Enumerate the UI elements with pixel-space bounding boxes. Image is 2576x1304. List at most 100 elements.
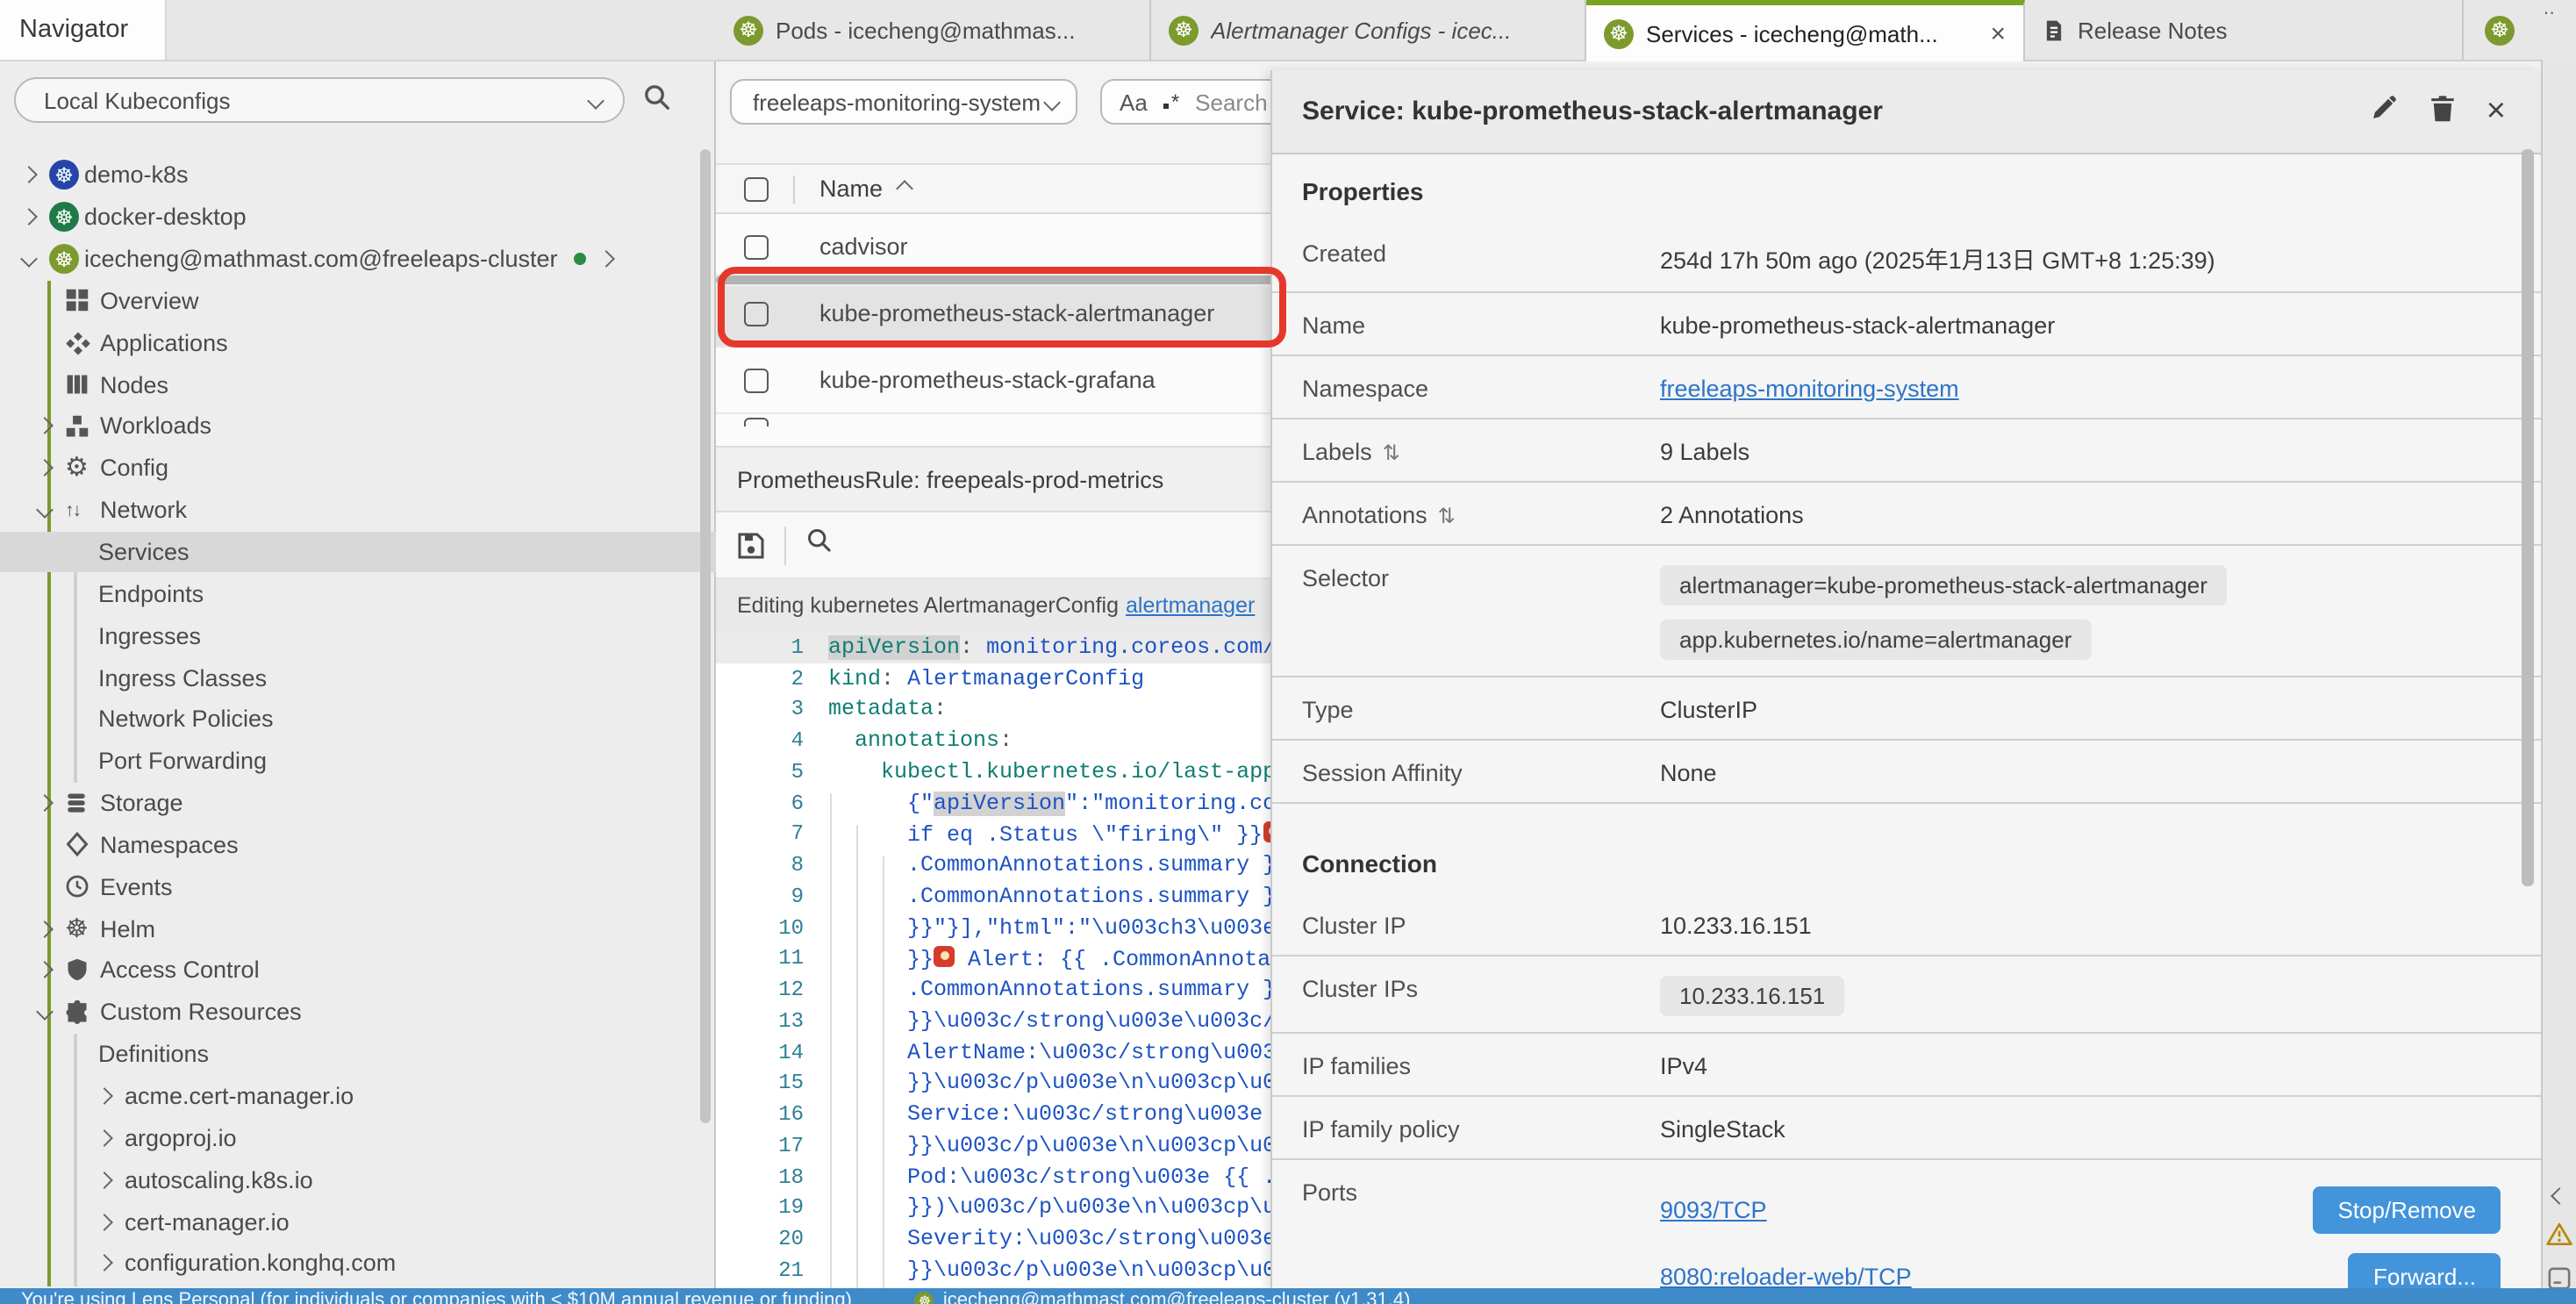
line-number: 20	[716, 1227, 828, 1251]
row-checkbox[interactable]	[744, 368, 769, 392]
sidebar-item-argoproj-io[interactable]: argoproj.io	[0, 1117, 716, 1159]
drawer-row-annotations: Annotations⇅2 Annotations	[1272, 483, 2541, 546]
edit-icon[interactable]	[2369, 92, 2399, 131]
sidebar-item-helm[interactable]: ☸Helm	[0, 907, 716, 949]
sidebar-item-network[interactable]: ↑↓Network	[0, 490, 716, 532]
row-checkbox[interactable]	[744, 234, 769, 259]
tab-services-icecheng-math[interactable]: ☸Services - icecheng@math...×	[1586, 0, 2025, 61]
tab-label: Alertmanager Configs - icec...	[1211, 17, 1567, 43]
chevron-right-icon	[20, 209, 38, 226]
apps-icon	[65, 330, 91, 356]
chevron-right-icon[interactable]	[597, 250, 615, 268]
sidebar-item-ingress-classes[interactable]: Ingress Classes	[0, 656, 716, 699]
sidebar-item-events[interactable]: Events	[0, 866, 716, 908]
sidebar-item-label: Nodes	[100, 371, 168, 398]
search-icon[interactable]	[642, 82, 672, 121]
clock-icon	[65, 875, 89, 899]
sidebar-item-docker-desktop[interactable]: ☸docker-desktop	[0, 197, 716, 239]
tab-alertmanager-configs-icec[interactable]: ☸Alertmanager Configs - icec...	[1151, 0, 1586, 60]
sidebar-item-icecheng-mathmast-com-freeleaps-cluster[interactable]: ☸icecheng@mathmast.com@freeleaps-cluster	[0, 238, 716, 280]
sidebar-item-definitions[interactable]: Definitions	[0, 1033, 716, 1075]
siren-emoji	[934, 946, 955, 967]
sidebar-item-nodes[interactable]: Nodes	[0, 363, 716, 405]
close-icon[interactable]: ×	[1990, 18, 2006, 48]
edited-resource-link[interactable]: alertmanager	[1126, 593, 1255, 618]
sidebar-item-custom-resources[interactable]: Custom Resources	[0, 992, 716, 1034]
sidebar-item-storage[interactable]: Storage	[0, 782, 716, 824]
drawer-scrollbar[interactable]	[2522, 149, 2534, 886]
tab-release-notes[interactable]: Release Notes	[2025, 0, 2464, 60]
sidebar-item-label: Ingresses	[98, 622, 201, 648]
line-number: 14	[716, 1040, 828, 1064]
sidebar-item-namespaces[interactable]: Namespaces	[0, 824, 716, 866]
drawer-row-name: Namekube-prometheus-stack-alertmanager	[1272, 293, 2541, 356]
kubernetes-icon: ☸	[2485, 15, 2515, 45]
sidebar: Local Kubeconfigs ☸demo-k8s☸docker-deskt…	[0, 60, 716, 1288]
active-cluster-status[interactable]: icecheng@mathmast.com@freeleaps-cluster …	[943, 1288, 1411, 1304]
namespace-link[interactable]: freeleaps-monitoring-system	[1660, 376, 1959, 402]
warning-icon[interactable]	[2546, 1222, 2572, 1255]
value-chip: app.kubernetes.io/name=alertmanager	[1660, 620, 2091, 660]
port-link[interactable]: 8080:reloader-web/TCP	[1660, 1263, 1912, 1289]
select-all-checkbox[interactable]	[744, 176, 769, 201]
sort-toggle-icon[interactable]: ⇅	[1438, 503, 1456, 527]
drawer-row-ip-family-policy: IP family policySingleStack	[1272, 1097, 2541, 1160]
name-column-header[interactable]: Name	[819, 176, 883, 202]
navigator-header-strip: Navigator	[0, 0, 716, 61]
sidebar-item-services[interactable]: Services	[0, 531, 716, 573]
sidebar-item-label: Workloads	[100, 413, 211, 440]
sidebar-item-acme-cert-manager-io[interactable]: acme.cert-manager.io	[0, 1075, 716, 1117]
sidebar-item-label: Config	[100, 455, 168, 482]
value-chip: 10.233.16.151	[1660, 976, 1844, 1016]
sidebar-item-network-policies[interactable]: Network Policies	[0, 699, 716, 741]
sidebar-item-autoscaling-k8s-io[interactable]: autoscaling.k8s.io	[0, 1159, 716, 1201]
namespace-select[interactable]: freeleaps-monitoring-system	[730, 79, 1077, 125]
chevron-left-icon[interactable]	[2553, 1179, 2565, 1211]
navigator-tab[interactable]: Navigator	[0, 0, 167, 60]
drawer-row-cluster-ip: Cluster IP10.233.16.151	[1272, 893, 2541, 957]
line-number: 5	[716, 760, 828, 785]
row-checkbox[interactable]	[744, 417, 769, 426]
match-case-icon[interactable]: Aa	[1120, 89, 1148, 115]
tab-pods-icecheng-mathmas[interactable]: ☸Pods - icecheng@mathmas...	[716, 0, 1151, 60]
sidebar-item-label: autoscaling.k8s.io	[125, 1166, 313, 1193]
sidebar-item-label: argoproj.io	[125, 1125, 237, 1151]
sidebar-item-label: Network Policies	[98, 706, 274, 733]
kubeconfig-select[interactable]: Local Kubeconfigs	[14, 77, 625, 123]
save-icon[interactable]	[737, 531, 765, 559]
value-chip: alertmanager=kube-prometheus-stack-alert…	[1660, 565, 2227, 605]
sidebar-item-applications[interactable]: Applications	[0, 322, 716, 364]
sort-ascending-icon[interactable]	[896, 180, 913, 197]
chevron-down-icon	[20, 250, 38, 268]
drawer-row-label: Cluster IP	[1302, 909, 1660, 939]
sort-toggle-icon[interactable]: ⇅	[1383, 440, 1400, 464]
sidebar-item-access-control[interactable]: Access Control	[0, 949, 716, 992]
sidebar-item-workloads[interactable]: Workloads	[0, 405, 716, 448]
sidebar-item-overview[interactable]: Overview	[0, 280, 716, 322]
sidebar-item-config[interactable]: ⚙Config	[0, 448, 716, 490]
regex-icon[interactable]: *	[1163, 90, 1179, 114]
search-placeholder: Search	[1195, 89, 1267, 115]
sidebar-item-cert-manager-io[interactable]: cert-manager.io	[0, 1200, 716, 1243]
drawer-row-label: Created	[1302, 237, 1660, 267]
sidebar-item-port-forwarding[interactable]: Port Forwarding	[0, 741, 716, 783]
port-forward-button[interactable]: Stop/Remove	[2313, 1186, 2501, 1233]
delete-icon[interactable]	[2429, 92, 2457, 131]
sidebar-item-ingresses[interactable]: Ingresses	[0, 615, 716, 657]
chevron-down-icon	[36, 1004, 54, 1021]
close-icon[interactable]: ×	[2487, 95, 2506, 128]
drawer-row-value: 9 Labels	[1660, 435, 1750, 465]
search-icon[interactable]	[805, 527, 834, 563]
tab-bar: ☸Pods - icecheng@mathmas...☸Alertmanager…	[716, 0, 2576, 61]
line-number: 6	[716, 791, 828, 815]
drawer-row-value: ClusterIP	[1660, 693, 1757, 723]
sidebar-scrollbar[interactable]	[700, 149, 711, 1123]
sidebar-item-demo-k8s[interactable]: ☸demo-k8s	[0, 154, 716, 197]
sidebar-item-endpoints[interactable]: Endpoints	[0, 573, 716, 615]
port-link[interactable]: 9093/TCP	[1660, 1196, 1767, 1222]
editor-info-text: Editing kubernetes AlertmanagerConfig	[737, 593, 1119, 618]
drawer-row-created: Created254d 17h 50m ago (2025年1月13日 GMT+…	[1272, 221, 2541, 293]
sidebar-item-configuration-konghq-com[interactable]: configuration.konghq.com	[0, 1243, 716, 1285]
tab-label: Release Notes	[2078, 17, 2444, 43]
drawer-row-selector: Selectoralertmanager=kube-prometheus-sta…	[1272, 546, 2541, 677]
